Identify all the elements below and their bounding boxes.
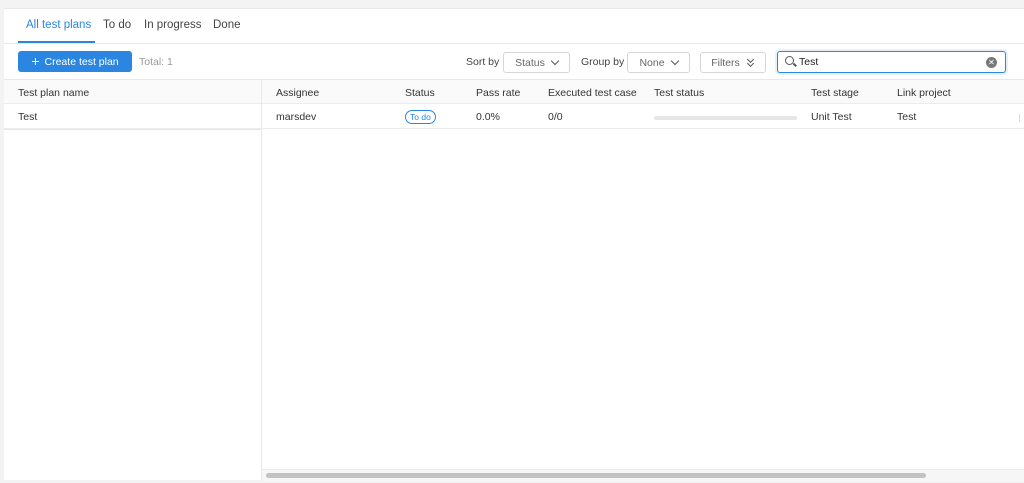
column-header-pass-rate[interactable]: Pass rate — [476, 87, 520, 99]
double-chevron-down-icon — [746, 55, 755, 68]
cell-pass-rate: 0.0% — [476, 111, 500, 123]
horizontal-scrollbar[interactable] — [262, 469, 1024, 481]
truncated-column-edge — [1019, 114, 1020, 122]
cell-assignee: marsdev — [276, 111, 317, 123]
search-input[interactable] — [799, 54, 979, 70]
test-plan-table: Test plan name Assignee Status Pass rate… — [4, 79, 1024, 481]
scrollbar-thumb[interactable] — [266, 473, 926, 478]
plus-icon: + — [31, 53, 40, 69]
create-test-plan-button[interactable]: + Create test plan — [18, 51, 132, 72]
status-badge: To do — [405, 110, 436, 124]
tab-in-progress[interactable]: In progress — [144, 19, 202, 31]
clear-icon[interactable]: ✕ — [986, 57, 997, 68]
group-by-select[interactable]: None — [627, 52, 690, 73]
group-by-label: Group by — [581, 56, 625, 68]
column-header-test-status[interactable]: Test status — [654, 87, 704, 99]
fixed-column-divider — [4, 80, 262, 481]
tab-all-test-plans[interactable]: All test plans — [26, 19, 91, 31]
tab-bar: All test plans To do In progress Done — [4, 9, 1024, 44]
create-test-plan-label: Create test plan — [44, 55, 119, 68]
filters-label: Filters — [711, 56, 740, 69]
active-tab-indicator — [18, 41, 95, 43]
filters-button[interactable]: Filters — [700, 52, 766, 73]
cell-test-stage: Unit Test — [811, 111, 852, 123]
cell-executed-test-case: 0/0 — [548, 111, 563, 123]
column-header-test-stage[interactable]: Test stage — [811, 87, 859, 99]
column-header-executed-test-case[interactable]: Executed test case — [548, 87, 637, 99]
table-row[interactable]: Test marsdev To do 0.0% 0/0 Unit Test Te… — [4, 105, 1024, 129]
cell-test-plan-name[interactable]: Test — [18, 111, 37, 123]
column-header-status[interactable]: Status — [405, 87, 435, 99]
sort-by-select[interactable]: Status — [503, 52, 570, 73]
tab-done[interactable]: Done — [213, 19, 241, 31]
search-box[interactable]: ✕ — [777, 51, 1006, 73]
sort-by-value: Status — [515, 56, 545, 69]
chevron-down-icon — [670, 56, 679, 66]
chevron-down-icon — [550, 56, 560, 66]
cell-link-project: Test — [897, 111, 917, 123]
column-header-link-project[interactable]: Link project — [897, 87, 951, 99]
search-icon — [785, 56, 794, 65]
row-separator — [4, 129, 262, 130]
sort-by-label: Sort by — [466, 56, 500, 68]
tab-to-do[interactable]: To do — [103, 19, 131, 31]
column-header-assignee[interactable]: Assignee — [276, 87, 319, 99]
test-plans-panel: All test plans To do In progress Done + … — [4, 8, 1024, 481]
total-count: Total: 1 — [139, 56, 173, 68]
group-by-value: None — [639, 56, 665, 69]
test-status-progress-bar — [654, 116, 797, 120]
